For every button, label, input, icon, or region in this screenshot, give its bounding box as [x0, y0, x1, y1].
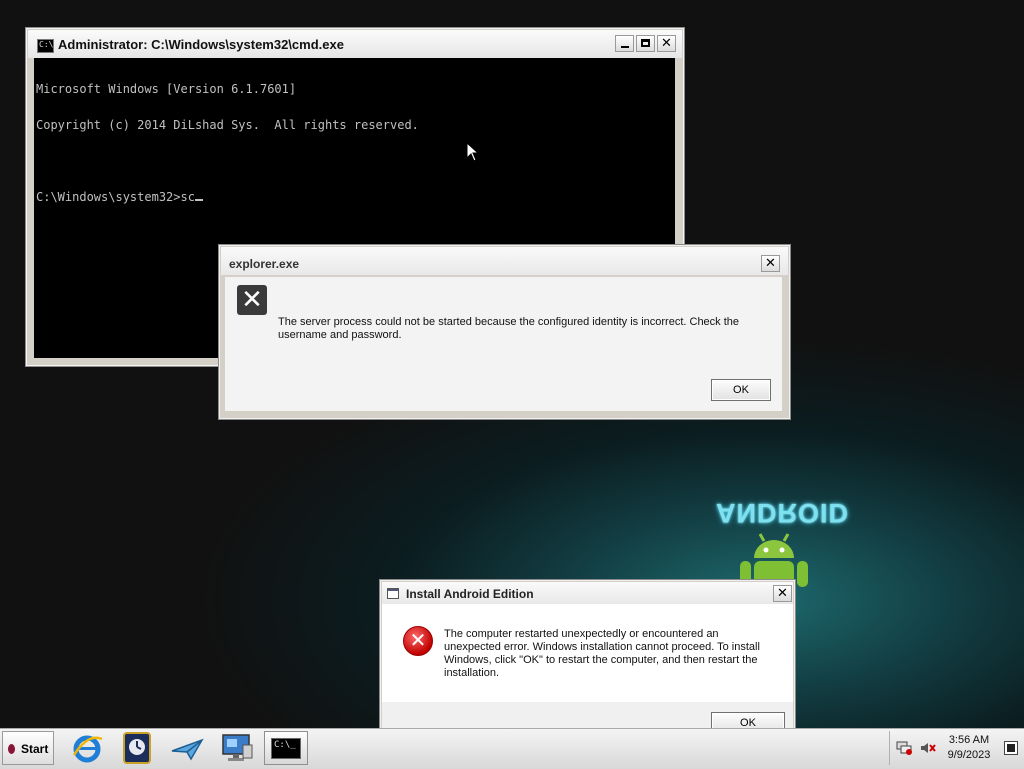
clock-date[interactable]: 9/9/2023 — [938, 749, 1000, 761]
console-prompt: C:\Windows\system32>sc — [36, 190, 195, 204]
paper-plane-icon[interactable] — [169, 731, 205, 765]
explorer-ok-button[interactable]: OK — [711, 379, 771, 401]
explorer-close-button[interactable]: ✕ — [761, 255, 780, 272]
internet-explorer-icon[interactable] — [70, 731, 106, 765]
install-error-message: The computer restarted unexpectedly or e… — [444, 628, 760, 679]
clock-time[interactable]: 3:56 AM — [938, 734, 1000, 746]
cmd-icon: C:\_ — [271, 738, 301, 759]
system-tray: 3:56 AM 9/9/2023 — [889, 731, 1023, 765]
console-prompt-line: C:\Windows\system32>sc — [36, 191, 675, 203]
cmd-window-icon-text: C:\ — [39, 40, 54, 49]
mouse-pointer-icon — [466, 142, 480, 162]
maximize-button[interactable] — [636, 35, 655, 52]
explorer-dialog-titlebar[interactable]: explorer.exe ✕ — [221, 247, 788, 275]
error-icon: ✕ — [403, 626, 433, 656]
install-dialog-title: Install Android Edition — [406, 587, 534, 601]
cmd-window-icon[interactable]: C:\ — [37, 39, 54, 53]
start-label: Start — [21, 742, 49, 756]
close-icon: ✕ — [765, 256, 776, 271]
cmd-titlebar[interactable]: C:\ Administrator: C:\Windows\system32\c… — [28, 30, 682, 58]
network-icon[interactable] — [896, 741, 912, 755]
error-icon: ✕ — [237, 285, 267, 315]
install-close-button[interactable]: ✕ — [773, 585, 792, 602]
cmd-taskbar-button[interactable]: C:\_ — [264, 731, 308, 765]
close-button[interactable]: ✕ — [657, 35, 676, 52]
show-desktop-button[interactable] — [1004, 741, 1018, 755]
maximize-icon — [641, 39, 650, 47]
minimize-icon — [621, 46, 629, 48]
console-line: Microsoft Windows [Version 6.1.7601] — [36, 82, 297, 96]
cmd-icon-text: C:\_ — [274, 740, 296, 750]
volume-muted-icon[interactable] — [920, 741, 936, 755]
minimize-button[interactable] — [615, 35, 634, 52]
clock-app-icon[interactable] — [119, 731, 155, 765]
close-icon: ✕ — [661, 36, 672, 51]
close-icon: ✕ — [777, 586, 788, 601]
start-icon — [8, 744, 15, 754]
android-logo-text: ANDROID — [716, 498, 849, 528]
cmd-window-title: Administrator: C:\Windows\system32\cmd.e… — [58, 37, 344, 52]
console-line: Copyright (c) 2014 DiLshad Sys. All righ… — [36, 118, 419, 132]
explorer-dialog-title: explorer.exe — [229, 257, 300, 271]
explorer-error-message: The server process could not be started … — [278, 316, 740, 341]
install-dialog-body: ✕ The computer restarted unexpectedly or… — [382, 604, 793, 702]
start-button[interactable]: Start — [2, 731, 54, 765]
explorer-dialog-body: ✕ The server process could not be starte… — [225, 277, 782, 411]
text-cursor — [194, 199, 203, 201]
install-error-dialog[interactable]: Install Android Edition ✕ ✕ The computer… — [379, 579, 796, 748]
taskbar: Start C:\_ 3:56 AM 9/9/2023 — [0, 728, 1024, 769]
install-dialog-titlebar[interactable]: Install Android Edition ✕ — [382, 582, 793, 604]
explorer-error-dialog[interactable]: explorer.exe ✕ ✕ The server process coul… — [218, 244, 791, 420]
monitor-icon[interactable] — [219, 731, 255, 765]
window-icon — [387, 588, 399, 599]
